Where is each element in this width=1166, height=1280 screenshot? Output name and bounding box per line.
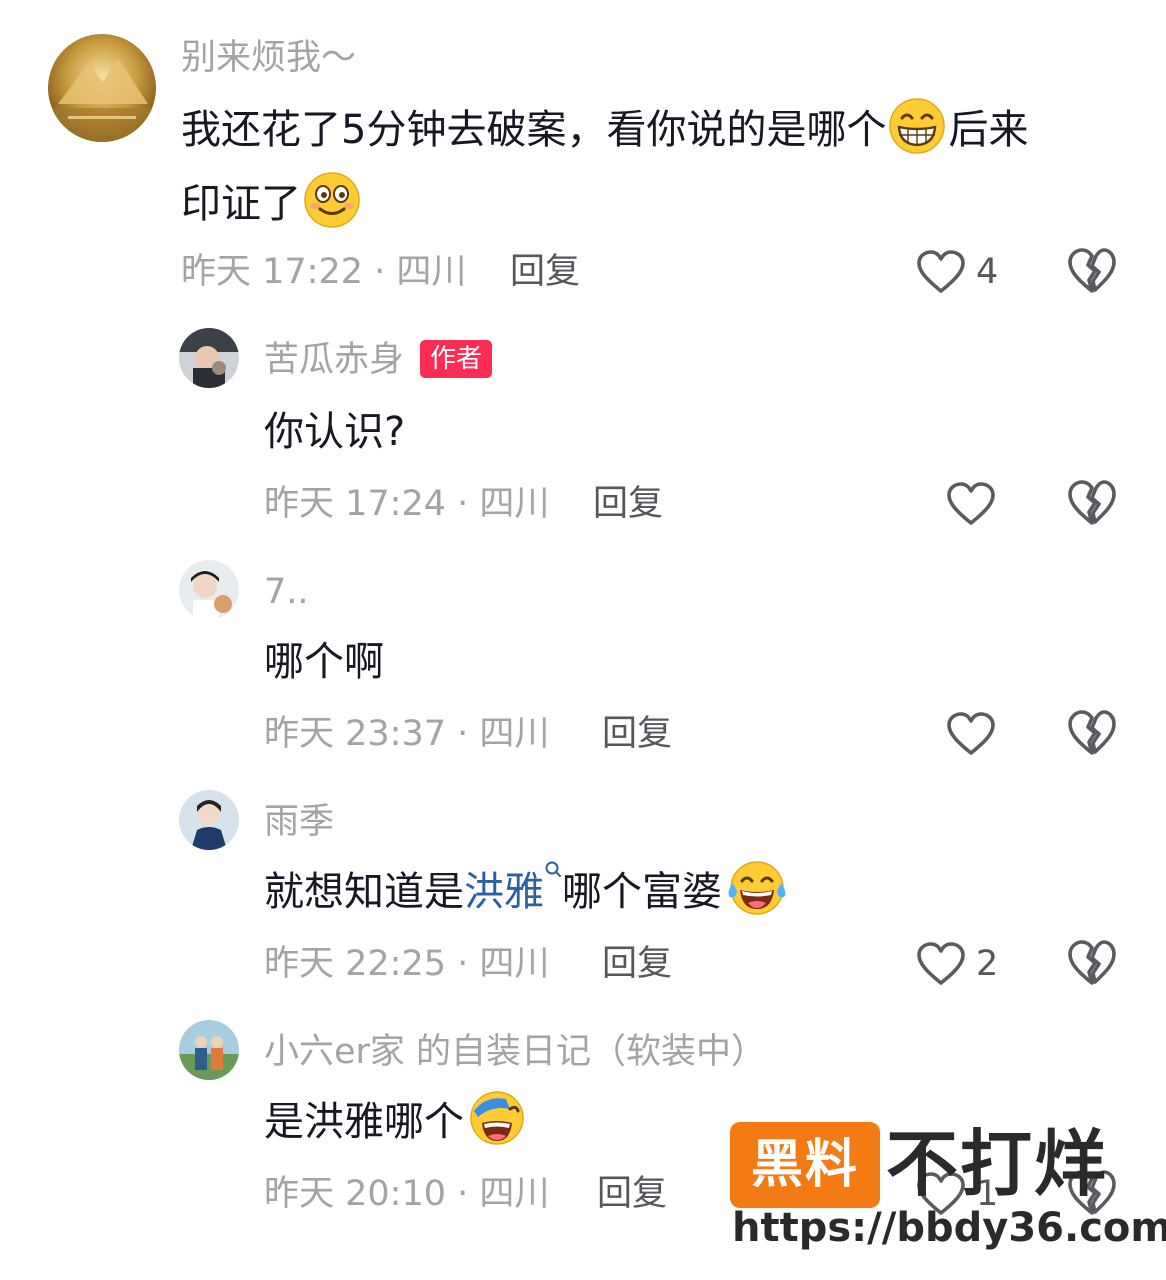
like-count: 4: [976, 252, 999, 292]
avatar[interactable]: [179, 790, 239, 850]
watermark-url: https://bbdy36.com: [732, 1205, 1166, 1251]
nickname-label: 苦瓜赤身: [264, 340, 405, 380]
comment-nickname[interactable]: 小六er家 的自装日记（软装中）: [264, 1030, 766, 1074]
watermark-logo-box: 黑料: [730, 1122, 880, 1208]
comment-nickname[interactable]: 别来烦我～: [181, 36, 356, 80]
author-badge: 作者: [420, 340, 493, 378]
broken-heart-icon[interactable]: [1066, 246, 1118, 296]
comment-meta: 昨天 20:10 · 四川: [264, 1174, 550, 1214]
broken-heart-icon[interactable]: [1066, 938, 1118, 988]
comment-text-part: 哪个富婆: [562, 869, 722, 915]
like-button[interactable]: 2: [916, 936, 998, 992]
broken-heart-icon[interactable]: [1066, 708, 1118, 758]
comment-meta: 昨天 22:25 · 四川: [264, 944, 550, 984]
heart-icon: [946, 481, 996, 527]
reply-button[interactable]: 回复: [602, 942, 672, 986]
avatar[interactable]: [179, 328, 239, 388]
comment-text-part: 是洪雅哪个: [264, 1099, 464, 1145]
comment-text-part: 印证了: [181, 181, 301, 227]
avatar[interactable]: [179, 560, 239, 620]
like-button[interactable]: [946, 476, 996, 532]
avatar[interactable]: [48, 34, 156, 142]
comment-meta: 昨天 17:22 · 四川: [181, 252, 467, 292]
search-link[interactable]: 洪雅: [464, 869, 544, 915]
smile-emoji: [304, 172, 360, 228]
heart-icon: [946, 711, 996, 757]
comment-meta: 昨天 17:24 · 四川: [264, 484, 550, 524]
comment-meta: 昨天 23:37 · 四川: [264, 714, 550, 754]
loudly-crying-emoji: [470, 1091, 524, 1145]
search-icon[interactable]: [544, 860, 562, 886]
comment-text: 是洪雅哪个: [264, 1086, 530, 1158]
reply-button[interactable]: 回复: [510, 250, 580, 294]
comment-text-part: 就想知道是: [264, 869, 464, 915]
like-count: 2: [976, 944, 999, 984]
comment-text: 你认识?: [264, 409, 406, 455]
comment-text: 就想知道是洪雅 哪个富婆: [264, 856, 792, 928]
heart-icon: [916, 249, 966, 295]
reply-button[interactable]: 回复: [602, 712, 672, 756]
comment-nickname[interactable]: 苦瓜赤身 作者: [264, 338, 493, 382]
watermark: 黑料 不打烊 https://bbdy36.com: [726, 1116, 1166, 1252]
watermark-logo-text: 不打烊: [886, 1122, 1109, 1206]
comment-nickname[interactable]: 7..: [264, 570, 309, 614]
broken-heart-icon[interactable]: [1066, 478, 1118, 528]
tears-of-joy-emoji: [728, 861, 786, 915]
comment-text-part: 我还花了5分钟去破案，看你说的是哪个: [181, 107, 887, 153]
comment-text: 印证了: [181, 168, 363, 240]
comment-text-part: 后来: [948, 107, 1029, 153]
reply-button[interactable]: 回复: [593, 482, 663, 526]
like-button[interactable]: 4: [916, 244, 998, 300]
comment-text: 哪个啊: [264, 639, 384, 685]
heart-icon: [916, 941, 966, 987]
grin-emoji: [889, 98, 946, 154]
like-button[interactable]: [946, 706, 996, 762]
comment-text: 我还花了5分钟去破案，看你说的是哪个 后来: [181, 94, 1028, 166]
reply-button[interactable]: 回复: [597, 1172, 667, 1216]
avatar[interactable]: [179, 1020, 239, 1080]
comment-nickname[interactable]: 雨季: [264, 800, 334, 844]
